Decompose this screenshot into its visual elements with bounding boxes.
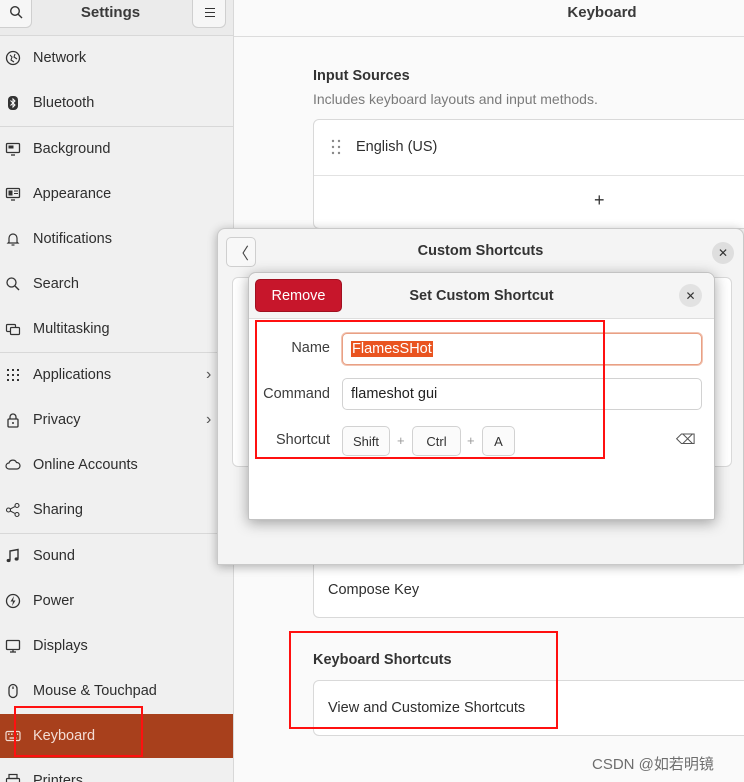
search-icon xyxy=(9,5,23,19)
sidebar-item-multitasking[interactable]: Multitasking xyxy=(0,307,233,351)
sidebar-item-label: Notifications xyxy=(33,231,112,247)
sidebar-item-bluetooth[interactable]: Bluetooth xyxy=(0,81,233,125)
sidebar-item-network[interactable]: Network xyxy=(0,36,233,80)
sidebar-item-search[interactable]: Search xyxy=(0,262,233,306)
input-sources-title: Input Sources xyxy=(313,68,410,84)
sidebar-item-label: Displays xyxy=(33,638,88,654)
printer-icon xyxy=(5,773,21,782)
compose-key-row[interactable]: Compose Key xyxy=(328,582,419,598)
sidebar-item-label: Multitasking xyxy=(33,321,110,337)
remove-button[interactable]: Remove xyxy=(255,279,342,312)
sidebar-item-online-accounts[interactable]: Online Accounts xyxy=(0,443,233,487)
sidebar-item-label: Sound xyxy=(33,548,75,564)
display-icon xyxy=(5,638,21,654)
power-icon xyxy=(5,593,21,609)
sidebar-item-sharing[interactable]: Sharing xyxy=(0,488,233,532)
share-icon xyxy=(5,502,21,518)
search-icon xyxy=(5,276,21,292)
sidebar-item-label: Sharing xyxy=(33,502,83,518)
dialog-title: Set Custom Shortcut xyxy=(409,288,554,304)
annotation-box xyxy=(14,706,143,757)
input-sources-subtitle: Includes keyboard layouts and input meth… xyxy=(313,91,598,107)
bell-icon xyxy=(5,231,21,247)
drag-handle-icon[interactable] xyxy=(331,139,341,155)
menu-button[interactable] xyxy=(192,0,226,28)
close-icon: ✕ xyxy=(717,246,729,260)
close-icon: ✕ xyxy=(685,288,696,303)
chevron-right-icon: › xyxy=(206,366,212,383)
sidebar-item-sound[interactable]: Sound xyxy=(0,534,233,578)
sidebar-item-background[interactable]: Background xyxy=(0,127,233,171)
background-icon xyxy=(5,141,21,157)
lock-icon xyxy=(5,412,21,428)
annotation-box xyxy=(255,320,605,459)
sidebar-item-label: Applications xyxy=(33,367,112,383)
search-button[interactable] xyxy=(0,0,32,28)
cloud-icon xyxy=(5,457,21,473)
sidebar-item-displays[interactable]: Displays xyxy=(0,624,233,668)
grid-icon xyxy=(5,367,21,383)
sidebar-item-printers[interactable]: Printers xyxy=(0,759,233,782)
hamburger-icon xyxy=(205,8,215,20)
sidebar-item-label: Background xyxy=(33,141,111,157)
sidebar-item-notifications[interactable]: Notifications xyxy=(0,217,233,261)
bluetooth-icon xyxy=(5,95,21,111)
sidebar-header: Settings xyxy=(0,0,233,36)
sidebar-item-label: Privacy xyxy=(33,412,81,428)
input-sources-list: English (US) + xyxy=(313,119,744,229)
sidebar-item-label: Online Accounts xyxy=(33,457,138,473)
add-input-source-button[interactable]: + xyxy=(594,190,605,211)
page-title: Keyboard xyxy=(567,4,637,21)
sidebar-item-label: Power xyxy=(33,593,75,609)
sidebar-item-label: Search xyxy=(33,276,79,292)
header-divider xyxy=(234,36,744,37)
dialog-title: Custom Shortcuts xyxy=(417,243,544,259)
close-button[interactable]: ✕ xyxy=(712,242,734,264)
list-divider xyxy=(314,175,744,176)
close-button[interactable]: ✕ xyxy=(679,284,702,307)
sidebar-item-appearance[interactable]: Appearance xyxy=(0,172,233,216)
sidebar-item-label: Appearance xyxy=(33,186,112,202)
chevron-right-icon: › xyxy=(206,411,212,428)
sidebar-item-label: Network xyxy=(33,50,87,66)
dialog-header: Remove Set Custom Shortcut ✕ xyxy=(249,273,714,319)
mouse-icon xyxy=(5,683,21,699)
sidebar-item-privacy[interactable]: Privacy › xyxy=(0,398,233,442)
input-source-english-us[interactable]: English (US) xyxy=(356,139,437,155)
appearance-icon xyxy=(5,186,21,202)
compose-key-row-card: Compose Key xyxy=(313,560,744,618)
multitasking-icon xyxy=(5,321,21,337)
sidebar-item-power[interactable]: Power xyxy=(0,579,233,623)
annotation-box xyxy=(289,631,558,729)
sidebar-item-applications[interactable]: Applications › xyxy=(0,353,233,397)
sidebar-title: Settings xyxy=(80,4,141,21)
sidebar-item-label: Printers xyxy=(33,773,83,782)
music-note-icon xyxy=(5,548,21,564)
network-icon xyxy=(5,50,21,66)
sidebar-item-label: Bluetooth xyxy=(33,95,95,111)
sidebar-item-label: Mouse & Touchpad xyxy=(33,683,157,699)
watermark: CSDN @如若明镜 xyxy=(592,756,714,773)
backspace-icon[interactable]: ⌫ xyxy=(676,431,696,448)
sidebar: Settings Network Bluetooth Background Ap… xyxy=(0,0,234,782)
